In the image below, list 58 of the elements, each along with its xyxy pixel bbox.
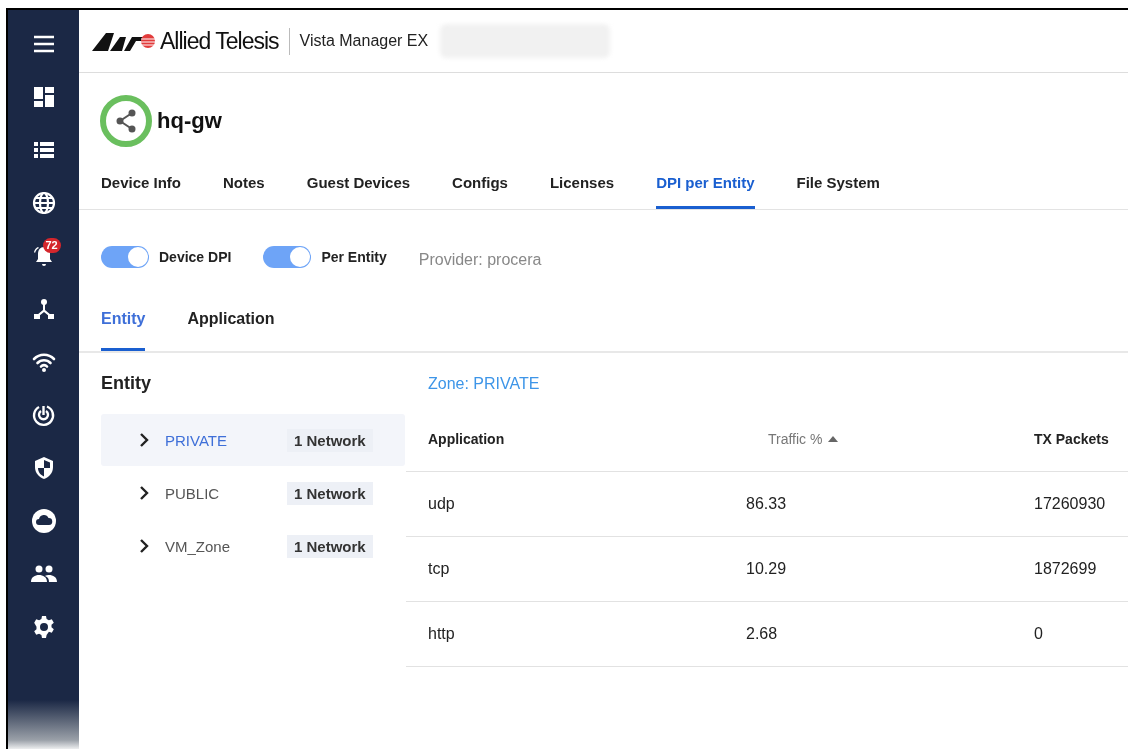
device-name: hq-gw — [157, 108, 222, 134]
entity-name: VM_Zone — [165, 537, 232, 555]
toggle-switch[interactable] — [263, 246, 312, 268]
dashboard-icon — [32, 86, 55, 108]
table-cell-text: 1872699 — [1034, 560, 1098, 578]
network-count-tag: 1 Network — [287, 534, 373, 558]
table-cell-text: 17260930 — [1034, 495, 1107, 513]
tab[interactable]: Configs — [452, 164, 508, 209]
wifi-icon — [31, 352, 56, 372]
brand-name: Allied Telesis — [160, 27, 290, 55]
shield-icon — [32, 456, 55, 480]
table-cell-text: udp — [427, 495, 456, 513]
chevron-icon[interactable] — [139, 539, 149, 553]
table-cell-text: 2.68 — [746, 625, 779, 643]
globe-icon — [31, 191, 56, 215]
network-count-tag: 1 Network — [287, 481, 373, 505]
entity-name: PRIVATE — [165, 431, 228, 449]
tab[interactable]: Application — [187, 302, 275, 351]
list-icon — [32, 141, 55, 159]
toggle-label: Device DPI — [159, 249, 232, 265]
table-title: Zone: PRIVATE — [427, 374, 541, 394]
topology-icon — [32, 298, 55, 320]
people-icon — [30, 565, 57, 583]
network-count-tag: 1 Network — [287, 428, 373, 452]
menu-icon — [32, 35, 55, 53]
table-cell-text: 10.29 — [746, 560, 788, 578]
radar-icon — [31, 403, 56, 427]
tab[interactable]: Guest Devices — [306, 164, 411, 209]
settings-icon — [31, 615, 56, 639]
entity-row[interactable]: VM_Zone 1 Network — [101, 520, 405, 572]
table-cell-text: tcp — [427, 560, 451, 578]
chevron-icon[interactable] — [139, 433, 149, 447]
column-header[interactable]: Application — [406, 431, 746, 447]
toggle-label: Per Entity — [321, 249, 387, 265]
table-cell-text: 86.33 — [746, 495, 788, 513]
device-share-icon — [99, 94, 153, 148]
sort-caret-icon — [828, 436, 839, 442]
brand-logo-icon — [92, 31, 156, 51]
tab[interactable]: Licenses — [549, 164, 615, 209]
toggle-switch[interactable] — [101, 246, 149, 268]
tab[interactable]: File System — [796, 164, 880, 209]
panel-title: Entity — [101, 373, 152, 394]
table-cell-text: http — [427, 625, 456, 643]
tab[interactable]: Notes — [223, 164, 265, 209]
column-header[interactable]: TX Packets — [1034, 431, 1128, 447]
notification-badge: 72 — [42, 238, 61, 253]
column-header[interactable]: Traffic % — [746, 431, 1034, 447]
entity-row[interactable]: PRIVATE 1 Network — [101, 414, 405, 466]
provider-text: Provider: procera — [418, 250, 542, 269]
tab[interactable]: Entity — [101, 302, 146, 351]
tab[interactable]: DPI per Entity — [656, 164, 755, 209]
product-name: Vista Manager EX — [299, 32, 429, 50]
chevron-icon[interactable] — [139, 486, 149, 500]
cloud-icon — [30, 508, 57, 534]
entity-name: PUBLIC — [165, 484, 221, 502]
table-cell-text: 0 — [1034, 625, 1044, 643]
tab[interactable]: Device Info — [101, 164, 182, 209]
entity-row[interactable]: PUBLIC 1 Network — [101, 467, 405, 519]
